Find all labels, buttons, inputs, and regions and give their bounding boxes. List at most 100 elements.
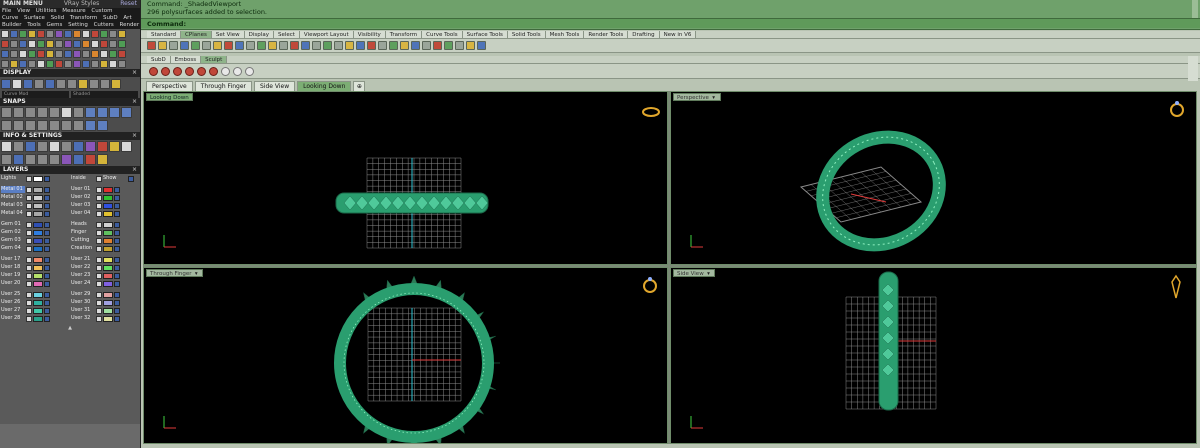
layer-color-swatch[interactable] xyxy=(103,229,113,236)
layer-lock-toggle[interactable] xyxy=(114,202,120,209)
layer-entry[interactable]: User 01 xyxy=(71,186,139,193)
tool-icon[interactable] xyxy=(118,40,126,48)
sun-icon[interactable] xyxy=(111,79,121,89)
layer-entry[interactable]: User 04 xyxy=(71,210,139,217)
info-icon[interactable] xyxy=(37,141,48,152)
tool-icon[interactable] xyxy=(64,40,72,48)
raytraced-icon[interactable] xyxy=(100,79,110,89)
layer-lock-toggle[interactable] xyxy=(44,272,50,279)
toolbar-tab[interactable]: Visibility xyxy=(353,31,386,38)
layer-name[interactable]: Metal 04 xyxy=(1,210,25,217)
tool-icon[interactable] xyxy=(46,60,54,68)
toolbar-tab[interactable]: CPlanes xyxy=(181,31,212,38)
info-icon[interactable] xyxy=(85,153,96,165)
layer-color-swatch[interactable] xyxy=(103,299,113,306)
layer-lock-toggle[interactable] xyxy=(44,229,50,236)
close-icon[interactable]: × xyxy=(132,166,137,174)
layer-name[interactable]: Gem 02 xyxy=(1,229,25,236)
toolbar-tool-icon[interactable] xyxy=(246,41,255,50)
info-icon[interactable] xyxy=(49,153,60,165)
tool-icon[interactable] xyxy=(19,60,27,68)
layer-color-swatch[interactable] xyxy=(33,264,43,271)
viewport-through-finger-canvas[interactable] xyxy=(144,268,668,444)
menu-gems[interactable]: Gems xyxy=(47,22,63,28)
layer-visible-toggle[interactable] xyxy=(96,194,102,201)
shaded-icon[interactable] xyxy=(12,79,22,89)
toolbar-tool-icon[interactable] xyxy=(367,41,376,50)
info-icon[interactable] xyxy=(1,141,12,152)
layer-name[interactable]: Cutting xyxy=(71,237,95,244)
viewport-menu-chevron-down-icon[interactable]: ▾ xyxy=(193,270,199,278)
layer-name[interactable]: User 31 xyxy=(71,307,95,314)
transform-icon[interactable] xyxy=(37,30,45,38)
toolbar-tool-icon[interactable] xyxy=(477,41,486,50)
tool-icon[interactable] xyxy=(100,40,108,48)
subd-tab[interactable]: Emboss xyxy=(170,56,202,63)
layer-name[interactable]: Finger xyxy=(71,229,95,236)
layer-color-swatch[interactable] xyxy=(33,237,43,244)
layer-lock-toggle[interactable] xyxy=(114,291,120,298)
vertex-snap-icon[interactable] xyxy=(73,119,84,131)
layer-color-swatch[interactable] xyxy=(103,272,113,279)
layer-color-swatch[interactable] xyxy=(103,221,113,228)
layer-name[interactable]: User 25 xyxy=(1,291,25,298)
layer-color-swatch[interactable] xyxy=(33,299,43,306)
menu-measure[interactable]: Measure xyxy=(62,8,85,14)
layer-lock-toggle[interactable] xyxy=(114,272,120,279)
tool-icon[interactable] xyxy=(100,60,108,68)
layer-lock-toggle[interactable] xyxy=(44,280,50,287)
layer-visible-toggle[interactable] xyxy=(96,256,102,263)
layer-visible-toggle[interactable] xyxy=(26,291,32,298)
layer-visible-toggle[interactable] xyxy=(96,237,102,244)
layer-lock-toggle[interactable] xyxy=(114,229,120,236)
toolbar-tool-icon[interactable] xyxy=(147,41,156,50)
tool-icon[interactable] xyxy=(64,50,72,58)
menu-utilities[interactable]: Utilities xyxy=(36,8,57,14)
reset-button[interactable]: Reset xyxy=(120,0,137,8)
toolbar-tool-icon[interactable] xyxy=(180,41,189,50)
layer-color-swatch[interactable] xyxy=(103,210,113,217)
layer-color-swatch[interactable] xyxy=(33,315,43,322)
layer-visible-toggle[interactable] xyxy=(96,315,102,322)
close-icon[interactable]: × xyxy=(132,98,137,106)
layers-section-header[interactable]: LAYERS × xyxy=(0,166,140,174)
layer-lock-toggle[interactable] xyxy=(44,194,50,201)
toolbar-tab[interactable]: Standard xyxy=(147,31,182,38)
layer-name[interactable]: Creation xyxy=(71,245,95,252)
tool-icon[interactable] xyxy=(91,60,99,68)
layer-visible-toggle[interactable] xyxy=(26,299,32,306)
menu-solid[interactable]: Solid xyxy=(51,15,64,21)
layer-entry[interactable]: User 21 xyxy=(71,256,139,263)
render-icon[interactable] xyxy=(100,30,108,38)
surface-icon[interactable] xyxy=(19,30,27,38)
toolbar-tool-icon[interactable] xyxy=(455,41,464,50)
layer-lock-toggle[interactable] xyxy=(44,291,50,298)
wireframe-icon[interactable] xyxy=(1,79,11,89)
sculpt-tool-icon[interactable] xyxy=(197,67,206,76)
toolbar-tool-icon[interactable] xyxy=(444,41,453,50)
toolbar-tool-icon[interactable] xyxy=(323,41,332,50)
close-icon[interactable]: × xyxy=(132,132,137,140)
toolbar-tool-icon[interactable] xyxy=(312,41,321,50)
near-snap-icon[interactable] xyxy=(97,107,108,118)
viewport-looking-down-canvas[interactable] xyxy=(144,92,668,265)
layer-entry[interactable]: User 24 xyxy=(71,280,139,287)
toolbar-tool-icon[interactable] xyxy=(279,41,288,50)
command-scrollbar[interactable] xyxy=(1192,0,1198,18)
layer-visible-toggle[interactable] xyxy=(96,245,102,252)
info-icon[interactable] xyxy=(25,141,36,152)
layer-lock-toggle[interactable] xyxy=(44,245,50,252)
artistic-icon[interactable] xyxy=(67,79,77,89)
planar-icon[interactable] xyxy=(25,107,36,118)
layer-name[interactable]: Gem 04 xyxy=(1,245,25,252)
layer-visible-toggle[interactable] xyxy=(26,307,32,314)
tool-icon[interactable] xyxy=(100,50,108,58)
close-icon[interactable]: × xyxy=(132,69,137,77)
info-icon[interactable] xyxy=(97,153,108,165)
layer-lights-label[interactable]: Lights xyxy=(1,175,25,182)
layer-color-swatch[interactable] xyxy=(33,186,43,193)
info-icon[interactable] xyxy=(49,141,60,152)
layer-lock-toggle[interactable] xyxy=(44,186,50,193)
info-icon[interactable] xyxy=(13,153,24,165)
layer-visible-toggle[interactable] xyxy=(26,272,32,279)
